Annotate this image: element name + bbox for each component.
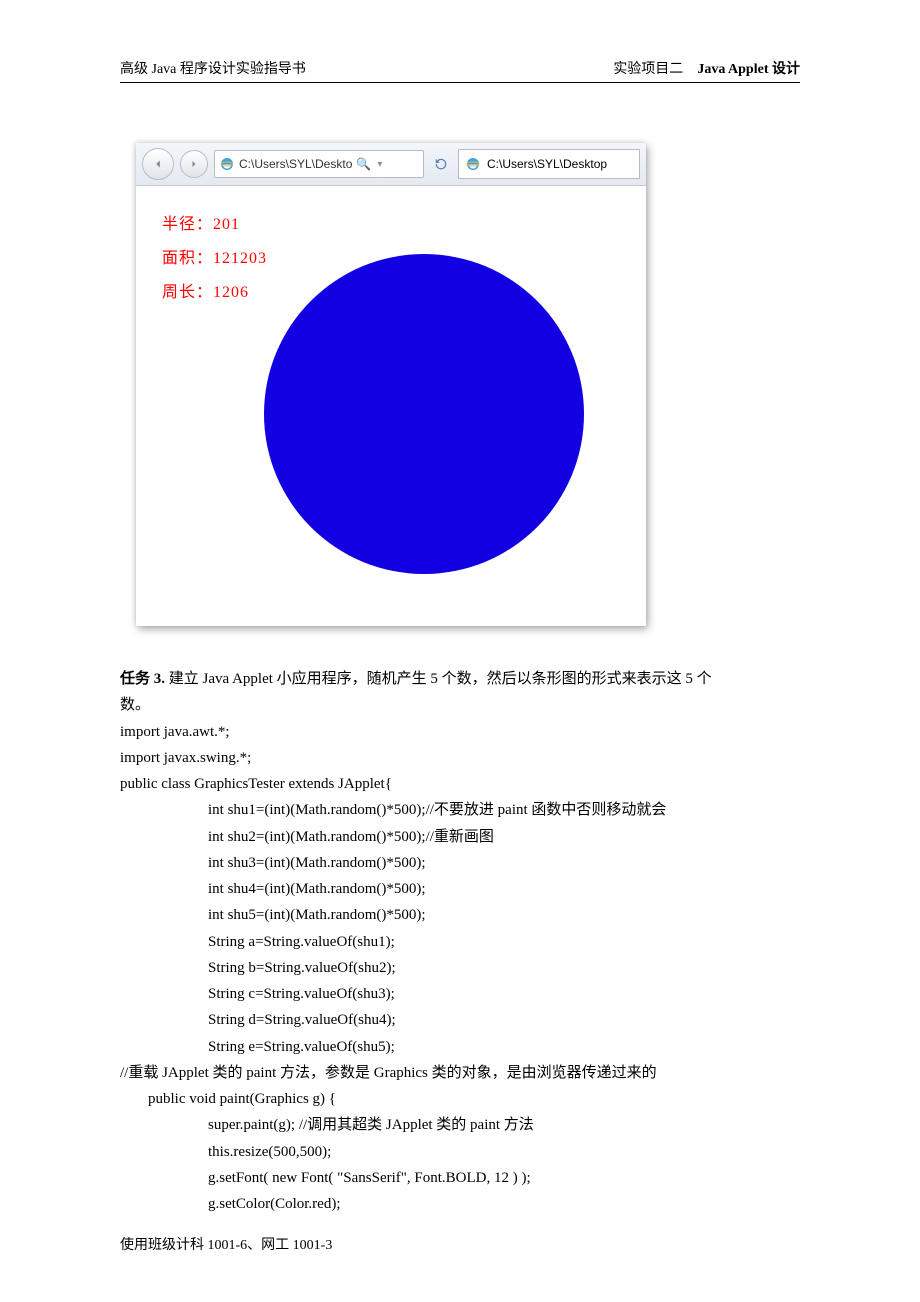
code-line: g.setFont( new Font( "SansSerif", Font.B… [120, 1165, 800, 1191]
page-header: 高级 Java 程序设计实验指导书 实验项目二 Java Applet 设计 [120, 58, 800, 83]
code-line: String b=String.valueOf(shu2); [120, 955, 800, 981]
search-icon: 🔍 [356, 157, 371, 171]
ie-icon [465, 156, 481, 172]
forward-button[interactable] [180, 150, 208, 178]
code-line: String c=String.valueOf(shu3); [120, 981, 800, 1007]
code-line: //重载 JApplet 类的 paint 方法，参数是 Graphics 类的… [120, 1060, 800, 1086]
task-label: 任务 3. [120, 671, 165, 687]
browser-chrome: C:\Users\SYL\Deskto 🔍 ▾ C:\Users\SYL\Des… [136, 143, 646, 186]
applet-area-label: 面积：121203 [162, 244, 267, 268]
code-line: public class GraphicsTester extends JApp… [120, 771, 800, 797]
arrow-left-icon [151, 157, 165, 171]
browser-tab[interactable]: C:\Users\SYL\Desktop [458, 149, 640, 179]
code-line: g.setColor(Color.red); [120, 1191, 800, 1217]
code-line: int shu4=(int)(Math.random()*500); [120, 876, 800, 902]
tab-title: C:\Users\SYL\Desktop [487, 157, 607, 171]
header-project: 实验项目二 [613, 58, 683, 78]
code-line: String a=String.valueOf(shu1); [120, 929, 800, 955]
refresh-button[interactable] [430, 153, 452, 175]
refresh-icon [434, 157, 448, 171]
code-line: super.paint(g); //调用其超类 JApplet 类的 paint… [120, 1112, 800, 1138]
back-button[interactable] [142, 148, 174, 180]
code-line: int shu3=(int)(Math.random()*500); [120, 850, 800, 876]
task-desc-a: 建立 Java Applet 小应用程序，随机产生 5 个数，然后以条形图的形式… [165, 671, 712, 687]
applet-radius-label: 半径：201 [162, 210, 240, 234]
header-title: Java Applet 设计 [697, 58, 800, 78]
ie-icon [219, 156, 235, 172]
code-line: int shu5=(int)(Math.random()*500); [120, 902, 800, 928]
code-line: this.resize(500,500); [120, 1139, 800, 1165]
document-page: 高级 Java 程序设计实验指导书 实验项目二 Java Applet 设计 C… [0, 0, 920, 1302]
browser-screenshot: C:\Users\SYL\Deskto 🔍 ▾ C:\Users\SYL\Des… [136, 143, 646, 626]
document-body: 任务 3. 建立 Java Applet 小应用程序，随机产生 5 个数，然后以… [120, 666, 800, 1217]
page-footer: 使用班级计科 1001-6、网工 1001-3 [120, 1234, 332, 1254]
task-line-1: 任务 3. 建立 Java Applet 小应用程序，随机产生 5 个数，然后以… [120, 666, 800, 692]
header-right: 实验项目二 Java Applet 设计 [613, 58, 800, 78]
code-line: public void paint(Graphics g) { [120, 1086, 800, 1112]
code-line: String d=String.valueOf(shu4); [120, 1007, 800, 1033]
applet-circle [264, 254, 584, 574]
code-line: import java.awt.*; [120, 719, 800, 745]
header-left: 高级 Java 程序设计实验指导书 [120, 58, 306, 78]
applet-canvas: 半径：201 面积：121203 周长：1206 [136, 186, 646, 626]
task-line-2: 数。 [120, 692, 800, 718]
code-line: int shu2=(int)(Math.random()*500);//重新画图 [120, 824, 800, 850]
dropdown-icon[interactable]: ▾ [377, 159, 382, 170]
code-line: import javax.swing.*; [120, 745, 800, 771]
address-bar[interactable]: C:\Users\SYL\Deskto 🔍 ▾ [214, 150, 424, 178]
arrow-right-icon [188, 158, 200, 170]
applet-circumference-label: 周长：1206 [162, 278, 249, 302]
address-text: C:\Users\SYL\Deskto [239, 157, 352, 171]
code-line: int shu1=(int)(Math.random()*500);//不要放进… [120, 797, 800, 823]
code-line: String e=String.valueOf(shu5); [120, 1034, 800, 1060]
